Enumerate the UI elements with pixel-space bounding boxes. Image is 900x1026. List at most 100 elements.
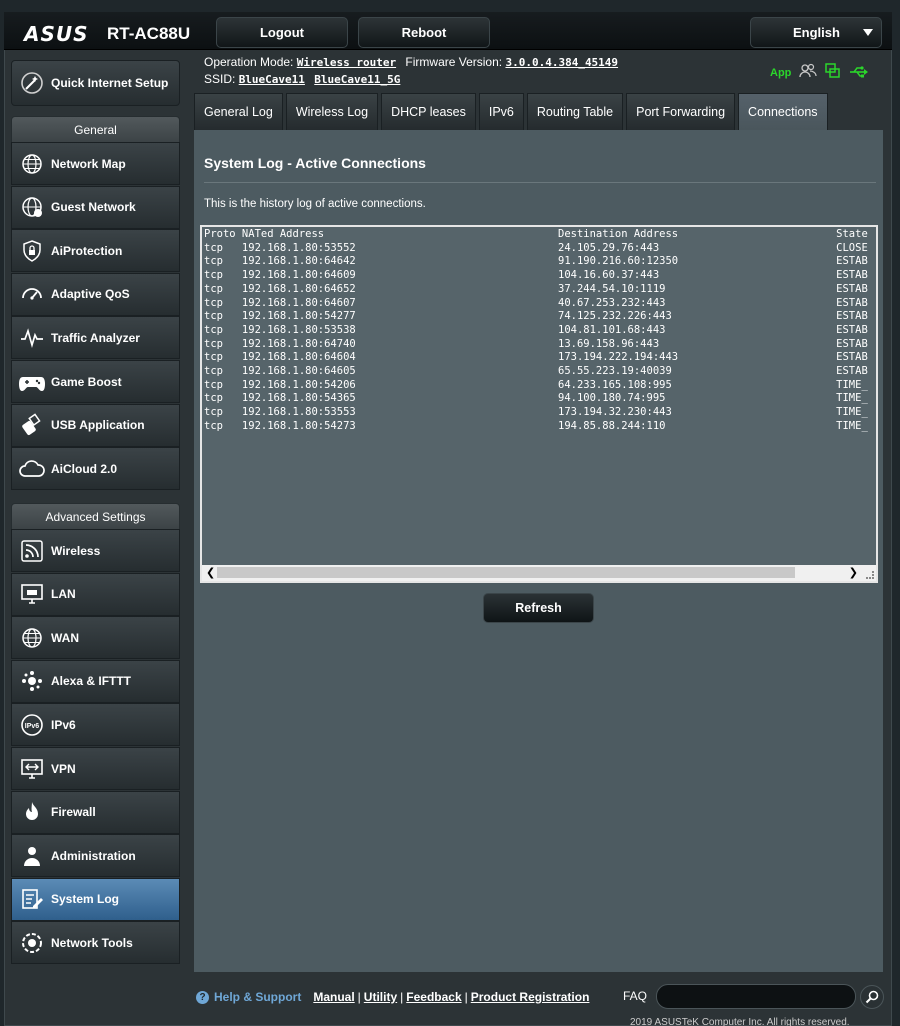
resize-grip-icon[interactable] xyxy=(866,571,874,579)
sidebar-item-label: AiProtection xyxy=(51,243,123,258)
sidebar-item-label: Adaptive QoS xyxy=(51,287,130,302)
advanced-settings-header: Advanced Settings xyxy=(11,503,180,530)
link-separator: | xyxy=(464,990,468,1004)
sidebar-item-label: Traffic Analyzer xyxy=(51,330,140,345)
model-name: RT-AC88U xyxy=(107,24,191,43)
sidebar-item-guest-network[interactable]: Guest Network xyxy=(11,185,180,229)
sidebar-item-label: LAN xyxy=(51,587,76,602)
title-divider xyxy=(204,182,876,183)
dropdown-arrow-icon xyxy=(863,29,873,36)
manual-link[interactable]: Manual xyxy=(313,990,354,1004)
ssid-link-24g[interactable]: BlueCave11 xyxy=(239,73,305,86)
content-panel: System Log - Active Connections This is … xyxy=(194,130,883,972)
product-registration-link[interactable]: Product Registration xyxy=(471,990,590,1004)
pulse-graph-icon xyxy=(19,325,45,351)
sidebar-item-ipv6[interactable]: IPv6 IPv6 xyxy=(11,703,180,747)
tab-ipv6[interactable]: IPv6 xyxy=(478,93,524,130)
firmware-link[interactable]: 3.0.0.4.384_45149 xyxy=(505,56,618,69)
ssid-link-5g[interactable]: BlueCave11_5G xyxy=(314,73,400,86)
tab-general-log[interactable]: General Log xyxy=(194,93,283,130)
connections-log-textarea[interactable]: Proto NATed Address Destination Address … xyxy=(200,225,878,583)
tab-routing-table[interactable]: Routing Table xyxy=(526,93,624,130)
sidebar-item-aiprotection[interactable]: AiProtection xyxy=(11,229,180,273)
link-separator: | xyxy=(400,990,404,1004)
sidebar-item-label: System Log xyxy=(51,892,120,907)
gamepad-icon xyxy=(19,369,45,395)
sidebar-item-network-map[interactable]: Network Map xyxy=(11,142,180,185)
usb-puzzle-icon xyxy=(19,412,45,438)
language-select[interactable]: English xyxy=(750,17,882,48)
operation-info: Operation Mode: Wireless router Firmware… xyxy=(204,55,618,69)
sidebar-item-usb-application[interactable]: USB Application xyxy=(11,403,180,447)
scroll-right-icon[interactable]: ❯ xyxy=(849,566,858,579)
language-value: English xyxy=(793,25,840,40)
page-title: System Log - Active Connections xyxy=(204,155,426,171)
sidebar-item-traffic-analyzer[interactable]: Traffic Analyzer xyxy=(11,316,180,360)
ssid-label: SSID: xyxy=(204,72,236,86)
sidebar-item-label: Network Tools xyxy=(51,935,133,950)
feedback-link[interactable]: Feedback xyxy=(406,990,461,1004)
lock-shield-icon xyxy=(19,238,45,264)
sidebar-item-network-tools[interactable]: Network Tools xyxy=(11,921,180,965)
utility-link[interactable]: Utility xyxy=(364,990,397,1004)
cloud-icon xyxy=(19,456,45,482)
wifi-icon xyxy=(19,538,45,564)
faq-search-button[interactable] xyxy=(860,985,884,1009)
connections-log-text: Proto NATed Address Destination Address … xyxy=(204,228,868,432)
sidebar-item-aicloud-2-0[interactable]: AiCloud 2.0 xyxy=(11,447,180,491)
sidebar-item-label: AiCloud 2.0 xyxy=(51,461,118,476)
sidebar-item-wireless[interactable]: Wireless xyxy=(11,529,180,572)
vpn-monitor-icon xyxy=(19,756,45,782)
clients-icon[interactable] xyxy=(799,63,817,83)
op-mode-label: Operation Mode: xyxy=(204,55,294,69)
app-link[interactable]: App xyxy=(770,67,791,79)
sidebar-item-game-boost[interactable]: Game Boost xyxy=(11,360,180,403)
scroll-thumb[interactable] xyxy=(217,567,795,578)
alexa-icon xyxy=(19,668,45,694)
sidebar-item-alexa-and-ifttt[interactable]: Alexa & IFTTT xyxy=(11,659,180,703)
asus-logo: ASUS xyxy=(24,22,89,46)
svg-text:IPv6: IPv6 xyxy=(25,723,40,730)
quick-internet-setup-button[interactable]: Quick Internet Setup xyxy=(11,60,180,106)
sidebar-item-label: Guest Network xyxy=(51,200,136,215)
tab-dhcp-leases[interactable]: DHCP leases xyxy=(381,93,476,130)
network-status-icon[interactable] xyxy=(825,63,841,83)
sidebar-item-firewall[interactable]: Firewall xyxy=(11,790,180,834)
sidebar-item-label: Alexa & IFTTT xyxy=(51,674,132,689)
sidebar-item-label: IPv6 xyxy=(51,717,76,732)
globe-network-icon xyxy=(19,151,45,177)
sidebar-item-administration[interactable]: Administration xyxy=(11,834,180,878)
sidebar-item-label: VPN xyxy=(51,761,76,776)
sidebar-item-adaptive-qos[interactable]: Adaptive QoS xyxy=(11,272,180,316)
sidebar-item-lan[interactable]: LAN xyxy=(11,572,180,616)
reboot-button[interactable]: Reboot xyxy=(358,17,490,48)
help-support-label[interactable]: Help & Support xyxy=(214,990,301,1004)
horizontal-scrollbar[interactable]: ❮ ❯ xyxy=(202,565,876,581)
sidebar-item-system-log[interactable]: System Log xyxy=(11,877,180,921)
sidebar-item-vpn[interactable]: VPN xyxy=(11,747,180,790)
op-mode-link[interactable]: Wireless router xyxy=(297,56,396,69)
flame-icon xyxy=(19,799,45,825)
guest-globe-icon xyxy=(19,194,45,220)
speedometer-icon xyxy=(19,281,45,307)
toolbox-gear-icon xyxy=(19,930,45,956)
tab-wireless-log[interactable]: Wireless Log xyxy=(285,93,379,130)
logout-button[interactable]: Logout xyxy=(216,17,348,48)
scroll-left-icon[interactable]: ❮ xyxy=(206,566,215,579)
refresh-button[interactable]: Refresh xyxy=(483,593,594,623)
page-description: This is the history log of active connec… xyxy=(204,198,426,210)
sidebar-item-label: USB Application xyxy=(51,418,145,433)
firmware-label: Firmware Version: xyxy=(405,55,503,69)
lan-monitor-icon xyxy=(19,581,45,607)
sidebar-item-label: Wireless xyxy=(51,543,101,558)
quick-setup-label: Quick Internet Setup xyxy=(51,76,169,90)
sidebar-item-label: Firewall xyxy=(51,805,96,820)
usb-status-icon[interactable] xyxy=(849,64,869,83)
footer: ? Help & Support Manual | Utility | Feed… xyxy=(196,984,886,1010)
tab-port-forwarding[interactable]: Port Forwarding xyxy=(626,93,736,130)
faq-search-input[interactable] xyxy=(656,984,856,1009)
sidebar-item-wan[interactable]: WAN xyxy=(11,616,180,660)
tab-connections[interactable]: Connections xyxy=(738,93,828,130)
link-separator: | xyxy=(357,990,361,1004)
general-section-header: General xyxy=(11,116,180,143)
